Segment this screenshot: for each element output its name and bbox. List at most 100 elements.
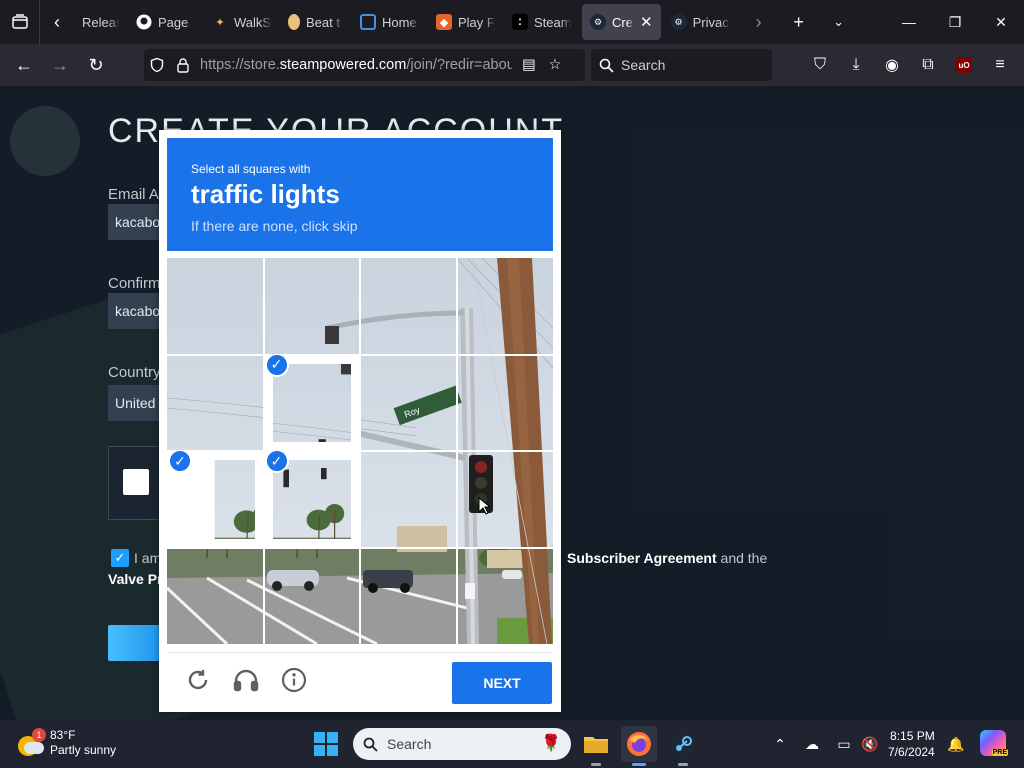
reload-button[interactable]: ↻ xyxy=(78,49,114,81)
taskbar-search[interactable]: Search 🌹 xyxy=(353,728,571,760)
copilot-preview-badge: PRE xyxy=(991,749,1008,756)
clock-date: 7/6/2024 xyxy=(888,745,935,759)
tab-scroll-right-button[interactable]: › xyxy=(739,0,779,44)
extensions-button[interactable]: ⧉ xyxy=(910,49,946,81)
tab-title: Privac xyxy=(692,14,729,30)
captcha-tile-image: Roy xyxy=(360,547,457,644)
back-button[interactable]: ← xyxy=(6,49,42,81)
hamburger-menu-icon: ≡ xyxy=(995,56,1005,73)
info-button[interactable] xyxy=(279,665,309,695)
url-bar[interactable]: https://store.steampowered.com/join/?red… xyxy=(144,49,585,81)
captcha-tile[interactable]: Roy xyxy=(360,547,457,644)
steam-app-button[interactable] xyxy=(665,726,701,766)
notification-bell-icon[interactable]: 🔔 xyxy=(946,734,966,754)
tab-walks[interactable]: ✦ WalkS xyxy=(204,0,280,44)
tab-scroll-left-button[interactable]: ‹ xyxy=(40,0,74,44)
subscriber-agreement-link[interactable]: Subscriber Agreement xyxy=(567,550,717,566)
tab-title: Cre xyxy=(612,14,633,30)
headphones-icon xyxy=(233,669,259,692)
agree-checkbox[interactable]: ✓ xyxy=(111,549,129,567)
tab-title: Page xyxy=(158,14,189,30)
recaptcha-checkbox[interactable] xyxy=(123,469,149,495)
close-icon: ✕ xyxy=(995,13,1007,30)
menu-button[interactable]: ≡ xyxy=(982,49,1018,81)
copilot-button[interactable]: PRE xyxy=(980,730,1008,756)
captcha-tile[interactable]: Roy ✓ xyxy=(264,354,361,452)
tab-play[interactable]: ◆ Play F xyxy=(428,0,504,44)
captcha-tile[interactable]: Roy xyxy=(167,258,264,355)
tab-home[interactable]: Home xyxy=(352,0,428,44)
captcha-tile[interactable]: Roy xyxy=(263,258,360,355)
captcha-footer: NEXT xyxy=(167,652,553,704)
file-explorer-button[interactable] xyxy=(578,726,614,766)
next-button[interactable]: NEXT xyxy=(452,662,552,704)
network-icon[interactable]: ▭ xyxy=(834,734,854,754)
url-text[interactable]: https://store.steampowered.com/join/?red… xyxy=(200,57,512,73)
new-tab-button[interactable]: + xyxy=(779,0,819,44)
captcha-tile[interactable]: Roy xyxy=(360,451,457,548)
start-button[interactable] xyxy=(314,732,338,756)
captcha-tile[interactable]: Roy xyxy=(456,547,553,644)
captcha-tile[interactable]: Roy xyxy=(456,354,553,451)
weather-badge: 1 xyxy=(32,728,46,742)
download-icon: ⤓ xyxy=(852,56,860,73)
captcha-tile[interactable]: Roy xyxy=(360,354,457,451)
forward-button[interactable]: → xyxy=(42,49,78,81)
captcha-tile[interactable]: Roy xyxy=(263,547,360,644)
audio-challenge-button[interactable] xyxy=(231,665,261,695)
captcha-tile[interactable]: Roy xyxy=(360,258,457,355)
captcha-tile[interactable]: Roy ✓ xyxy=(264,451,361,548)
reload-challenge-button[interactable] xyxy=(183,665,213,695)
bookmark-star-icon[interactable]: ☆ xyxy=(542,57,568,73)
restore-button[interactable]: ❐ xyxy=(932,0,978,44)
url-suffix: /join/?redir=about xyxy=(406,57,512,73)
check-icon: ✓ xyxy=(114,550,126,565)
email-label: Email A xyxy=(108,186,159,203)
tab-beat[interactable]: Beat t xyxy=(280,0,352,44)
ublock-button[interactable]: uO xyxy=(946,49,982,81)
tab-steam[interactable]: ⁚ Steam xyxy=(504,0,580,44)
reader-view-icon[interactable]: ▤ xyxy=(516,57,542,73)
close-tab-icon[interactable]: ✕ xyxy=(640,13,653,31)
search-icon xyxy=(591,58,621,73)
lock-icon[interactable] xyxy=(170,57,196,73)
firefox-button[interactable] xyxy=(621,726,657,766)
list-all-tabs-button[interactable]: ⌄ xyxy=(819,0,859,44)
captcha-tile[interactable]: Roy xyxy=(167,547,264,644)
tab-overview-button[interactable] xyxy=(0,0,40,44)
captcha-tile[interactable]: Roy ✓ xyxy=(167,451,264,548)
account-icon: ◉ xyxy=(885,57,899,74)
captcha-tile[interactable]: Roy xyxy=(456,451,553,548)
tab-create-account[interactable]: ⚙ Cre ✕ xyxy=(582,4,661,40)
temperature: 83°F xyxy=(50,728,76,742)
fox-icon: ◆ xyxy=(436,14,452,30)
flowers-icon: 🌹 xyxy=(541,735,561,752)
shield-icon[interactable] xyxy=(144,57,170,73)
search-bar[interactable]: Search xyxy=(591,49,772,81)
clock[interactable]: 8:15 PM 7/6/2024 xyxy=(888,728,935,760)
restore-icon: ❐ xyxy=(948,13,962,30)
captcha-tile-image: Roy xyxy=(456,258,553,355)
tab-github-page[interactable]: Page xyxy=(128,0,204,44)
minimize-button[interactable]: — xyxy=(886,0,932,44)
partly-sunny-icon: 1 xyxy=(18,728,46,756)
captcha-tile-image: Roy xyxy=(167,258,264,355)
onedrive-tray-icon[interactable]: ☁ xyxy=(802,734,822,754)
account-button[interactable]: ◉ xyxy=(874,49,910,81)
tab-privacy[interactable]: ⚙ Privac xyxy=(663,0,739,44)
valve-privacy-link[interactable]: Valve Pr xyxy=(108,571,163,587)
tab-releases[interactable]: Releases xyxy=(74,0,128,44)
volume-icon[interactable]: 🔇 xyxy=(860,734,880,754)
downloads-button[interactable]: ⤓ xyxy=(838,49,874,81)
weather-widget[interactable]: 1 83°F Partly sunny xyxy=(18,728,116,758)
plus-icon: + xyxy=(793,11,804,32)
selected-check-icon: ✓ xyxy=(264,451,289,473)
pocket-button[interactable]: ⛉ xyxy=(802,49,838,81)
captcha-tile[interactable]: Roy xyxy=(167,354,264,451)
close-window-button[interactable]: ✕ xyxy=(978,0,1024,44)
captcha-tile[interactable]: Roy xyxy=(456,258,553,355)
steam-icon xyxy=(671,732,695,756)
show-hidden-icons-button[interactable]: ⌃ xyxy=(770,734,790,754)
captcha-tile-image: Roy xyxy=(263,547,360,644)
captcha-tile-image: Roy xyxy=(360,354,457,451)
